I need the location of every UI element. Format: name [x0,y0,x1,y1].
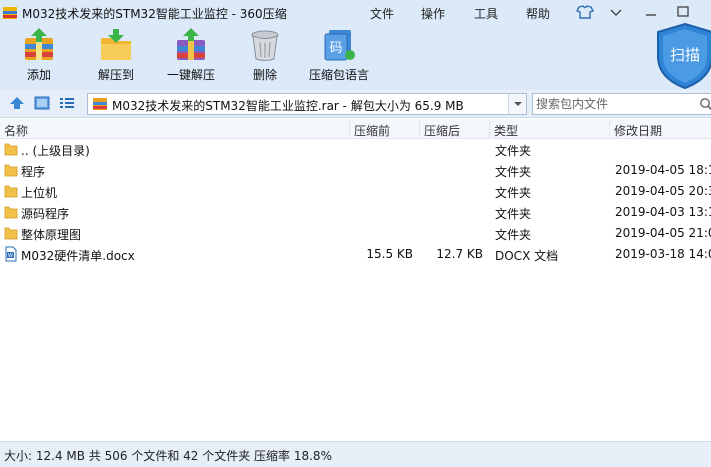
file-name: 整体原理图 [21,228,82,242]
up-arrow-icon[interactable] [8,95,26,111]
title-bar: M032技术发来的STM32智能工业监控 - 360压缩 文件 操作 工具 帮助 [0,0,711,26]
extract-to-label: 解压到 [97,68,134,82]
file-name: 程序 [21,165,46,179]
minimize-icon[interactable] [640,3,662,21]
archive-language-button[interactable]: 码 压缩包语言 [307,28,371,88]
file-modified: 2019-04-05 18:18 [615,163,711,177]
column-header-name[interactable]: 名称 [4,122,28,139]
extract-to-button[interactable]: 解压到 [88,28,144,88]
delete-label: 删除 [252,68,277,82]
archive-language-label: 压缩包语言 [308,68,369,82]
file-modified: 2019-04-05 20:39 [615,184,711,198]
thumbnail-view-icon[interactable] [33,95,51,111]
status-bar: 大小: 12.4 MB 共 506 个文件和 42 个文件夹 压缩率 18.8% [0,441,711,467]
folder-icon [4,164,18,177]
add-button[interactable]: 添加 [14,28,64,88]
search-field[interactable] [532,93,711,115]
column-divider[interactable] [489,119,490,139]
list-item[interactable]: 整体原理图 文件夹 2019-04-05 21:07 [0,223,711,244]
list-item[interactable]: .. (上级目录) 文件夹 [0,139,711,160]
archive-icon [93,98,107,110]
skin-icon[interactable] [574,3,596,21]
file-name: M032硬件清单.docx [21,249,135,263]
menu-operate[interactable]: 操作 [421,5,445,22]
toolbar: 添加 解压到 一键解压 删除 码 压缩包语言 扫描 [0,22,711,90]
search-input[interactable] [533,94,693,114]
file-type: 文件夹 [495,207,532,221]
menu-tools[interactable]: 工具 [474,5,498,22]
column-divider[interactable] [419,119,420,139]
one-click-extract-icon [177,28,205,60]
search-icon[interactable] [699,97,711,111]
menu-file[interactable]: 文件 [370,5,394,22]
file-name: 上位机 [21,186,58,200]
window-title: M032技术发来的STM32智能工业监控 - 360压缩 [22,7,287,21]
folder-icon [4,206,18,219]
path-field[interactable]: M032技术发来的STM32智能工业监控.rar - 解包大小为 65.9 MB [87,93,527,115]
scan-label: 扫描 [670,46,700,64]
path-dropdown-button[interactable] [508,94,526,114]
file-type: 文件夹 [495,186,532,200]
list-item[interactable]: 程序 文件夹 2019-04-05 18:18 [0,160,711,181]
column-divider[interactable] [349,119,350,139]
file-type: 文件夹 [495,165,532,179]
column-header-size-after[interactable]: 压缩后 [424,122,460,139]
delete-button[interactable]: 删除 [244,28,286,88]
file-size-after: 12.7 KB [436,247,483,261]
column-header-modified[interactable]: 修改日期 [614,122,662,139]
file-name: 源码程序 [21,207,70,221]
file-type: DOCX 文档 [495,249,559,263]
chevron-down-icon [514,102,522,106]
menu-help[interactable]: 帮助 [526,5,550,22]
column-divider[interactable] [609,119,610,139]
one-click-extract-label: 一键解压 [166,68,215,82]
extract-to-icon [101,29,131,60]
svg-text:W: W [8,253,13,259]
scan-shield-button[interactable]: 扫描 [654,22,711,90]
column-header-size-before[interactable]: 压缩前 [354,122,390,139]
svg-text:码: 码 [329,41,342,56]
maximize-icon[interactable] [672,3,694,21]
folder-icon [4,185,18,198]
file-type: 文件夹 [495,144,532,158]
add-button-label: 添加 [26,68,51,82]
file-name: .. (上级目录) [21,144,90,158]
list-item[interactable]: 源码程序 文件夹 2019-04-03 13:19 [0,202,711,223]
archive-language-icon: 码 [324,30,355,61]
folder-icon [4,143,18,156]
file-modified: 2019-03-18 14:02 [615,247,711,261]
file-size-before: 15.5 KB [366,247,413,261]
word-document-icon: W [5,246,17,262]
column-header-row: 名称 压缩前 压缩后 类型 修改日期 [0,119,711,139]
address-bar: M032技术发来的STM32智能工业监控.rar - 解包大小为 65.9 MB [0,90,711,118]
column-header-type[interactable]: 类型 [494,122,518,139]
app-logo-icon [3,7,17,19]
list-item[interactable]: W M032硬件清单.docx 15.5 KB 12.7 KB DOCX 文档 … [0,244,711,265]
file-modified: 2019-04-03 13:19 [615,205,711,219]
list-item[interactable]: 上位机 文件夹 2019-04-05 20:39 [0,181,711,202]
path-text: M032技术发来的STM32智能工业监控.rar - 解包大小为 65.9 MB [112,99,464,113]
chevron-down-icon[interactable] [605,3,627,21]
status-text: 大小: 12.4 MB 共 506 个文件和 42 个文件夹 压缩率 18.8% [4,449,332,463]
trash-icon [251,30,279,61]
folder-icon [4,227,18,240]
file-type: 文件夹 [495,228,532,242]
add-archive-icon [25,28,53,60]
file-modified: 2019-04-05 21:07 [615,226,711,240]
one-click-extract-button[interactable]: 一键解压 [162,28,220,88]
file-list: .. (上级目录) 文件夹 程序 文件夹 2019-04-05 18:18 上位… [0,139,711,441]
list-view-icon[interactable] [58,95,76,111]
